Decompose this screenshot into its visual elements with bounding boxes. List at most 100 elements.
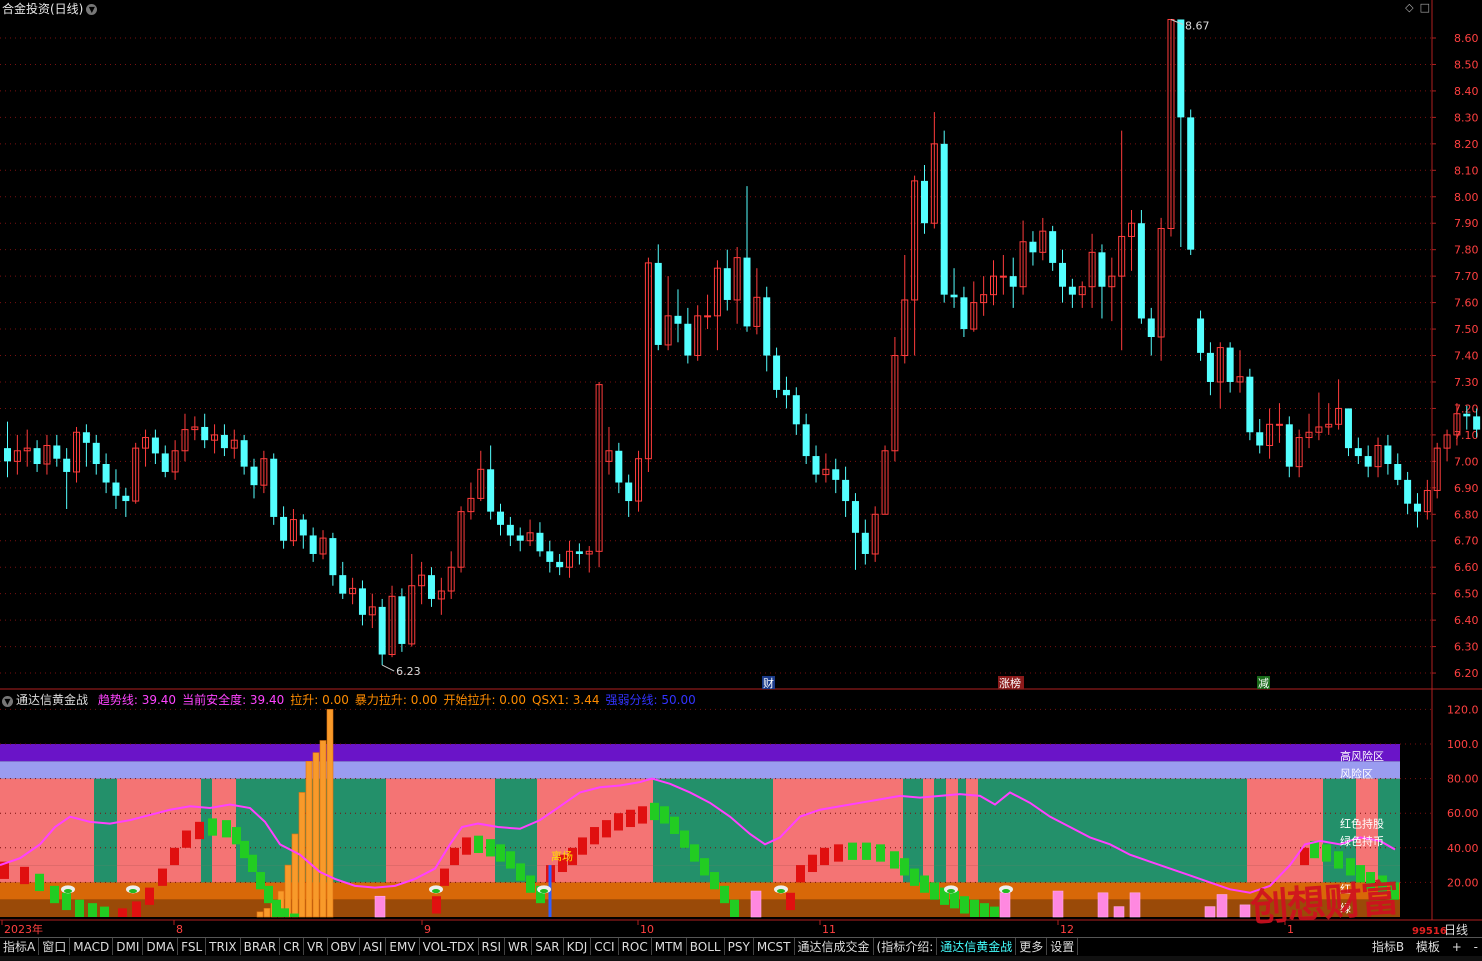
low-price-label: 6.23 [396, 665, 421, 678]
tab-item[interactable]: PSY [725, 938, 754, 955]
tab-item[interactable]: FSL [178, 938, 207, 955]
trend-bar-red [638, 806, 647, 824]
tab-item[interactable]: KDJ [564, 938, 592, 955]
candle-body [1059, 262, 1067, 287]
candle-body [625, 482, 633, 502]
add-icon[interactable]: + [1452, 940, 1462, 954]
candle-body [1384, 445, 1392, 465]
tab-item[interactable]: WR [505, 938, 533, 955]
trend-bar-green [35, 873, 44, 892]
chart-title[interactable]: 合金投资(日线) ▼ [2, 0, 98, 17]
lift-bar [291, 833, 299, 918]
trend-bar-green [920, 875, 929, 893]
window-controls: ◇ □ [1399, 1, 1430, 14]
period-label[interactable]: 日线 [1444, 921, 1468, 938]
trend-bar-red [820, 847, 829, 866]
candle-body [4, 448, 11, 462]
signal-bar [1052, 890, 1064, 918]
tab-item[interactable]: VOL-TDX [420, 938, 479, 955]
tab-item[interactable]: MCST [754, 938, 795, 955]
tab-item[interactable]: 通达信成交金 [795, 938, 874, 955]
zone-label: 红色持股 [1340, 817, 1384, 831]
zone-label: 风险区 [1340, 766, 1373, 780]
candle-body [1246, 376, 1254, 433]
candle-body [398, 596, 406, 644]
price-chart[interactable]: 8.60 8.50 8.40 8.30 8.20 8.10 8.00 7.90 7.80 7.70… [0, 0, 1482, 690]
candle-body [684, 323, 692, 356]
indicator-tick-label: 20.00 [1447, 876, 1479, 889]
tab-item[interactable]: RSI [479, 938, 506, 955]
low-zone-lower [0, 899, 1400, 917]
candle-body [782, 389, 790, 396]
candle-body [575, 551, 583, 554]
holding-zone-low [934, 865, 946, 883]
candle-body [812, 456, 820, 475]
candle-body [536, 532, 544, 552]
tab-item[interactable]: ASI [360, 938, 387, 955]
signal-bar [999, 892, 1011, 918]
trend-bar-red [132, 901, 141, 917]
tab-item[interactable]: VR [304, 938, 328, 955]
candle-body [1256, 432, 1264, 446]
price-tick-label: 7.80 [1454, 244, 1479, 257]
tab-item[interactable]: MTM [652, 938, 687, 955]
trend-bar-green [256, 872, 265, 890]
candle-body [280, 516, 288, 541]
price-tick-label: 7.30 [1454, 376, 1479, 389]
indicator-b-tab[interactable]: 指标B [1372, 940, 1404, 954]
chevron-down-icon[interactable]: ▼ [2, 696, 13, 707]
watermark-number: 99516 [1412, 926, 1447, 937]
date-label: 2023年 [4, 922, 43, 936]
tab-item[interactable]: DMA [143, 938, 179, 955]
tab-item[interactable]: CR [280, 938, 304, 955]
candle-body [82, 432, 90, 443]
tab-item[interactable]: SAR [532, 938, 564, 955]
tab-item[interactable]: (指标介绍: [874, 938, 938, 955]
holding-zone [978, 778, 1247, 866]
tab-item[interactable]: MACD [70, 938, 114, 955]
chevron-down-icon[interactable]: ▼ [86, 4, 98, 15]
tab-item[interactable]: DMI [113, 938, 144, 955]
trend-bar-green [890, 851, 899, 869]
tab-item[interactable]: OBV [328, 938, 361, 955]
tab-item[interactable]: BRAR [241, 938, 281, 955]
trend-bar-green [496, 844, 505, 862]
holding-zone-low [978, 865, 1247, 883]
indicator-value: 开始拉升: 0.00 [443, 693, 527, 707]
template-tab[interactable]: 模板 [1416, 940, 1440, 954]
tab-item[interactable]: BOLL [687, 938, 725, 955]
holding-zone-low [94, 865, 117, 883]
minus-icon[interactable]: - [1474, 940, 1478, 954]
square-icon[interactable]: □ [1420, 1, 1430, 14]
candle-body [1473, 416, 1481, 430]
price-tick-label: 7.10 [1454, 429, 1479, 442]
indicator-name[interactable]: 通达信黄金战 [16, 693, 88, 707]
price-tick-label: 6.50 [1454, 588, 1479, 601]
risk-zone [0, 761, 1400, 779]
candle-body [723, 268, 731, 300]
tab-item[interactable]: 指标A [0, 938, 40, 955]
trend-bar-red [602, 820, 611, 838]
tab-item[interactable]: CCI [591, 938, 619, 955]
signal-icon-dot [540, 889, 548, 894]
diamond-icon[interactable]: ◇ [1405, 1, 1413, 14]
tab-item[interactable]: 窗口 [39, 938, 71, 955]
trend-bar-red [195, 821, 204, 840]
tab-item[interactable]: 通达信黄金战 [937, 938, 1017, 955]
tab-item[interactable]: 设置 [1047, 938, 1079, 955]
candle-body [358, 588, 366, 615]
indicator-value: 强弱分线: 50.00 [605, 693, 696, 707]
trend-bar-green [730, 899, 739, 917]
candle-body [506, 524, 514, 536]
tab-item[interactable]: TRIX [206, 938, 241, 955]
tab-item[interactable]: EMV [386, 938, 420, 955]
tab-item[interactable]: ROC [619, 938, 652, 955]
trend-bar-red [20, 866, 29, 885]
candle-body [53, 445, 61, 459]
trend-bar-green [240, 840, 249, 859]
tab-item[interactable]: 更多 [1016, 938, 1048, 955]
candle-body [861, 532, 869, 554]
candle-body [1344, 408, 1352, 449]
indicator-tab-bar: 指标A 窗口 MACD DMI DMA FSL TRIX BRAR CR VR OBV ASI EMV V… [0, 937, 1482, 956]
lift-bar [305, 761, 313, 918]
